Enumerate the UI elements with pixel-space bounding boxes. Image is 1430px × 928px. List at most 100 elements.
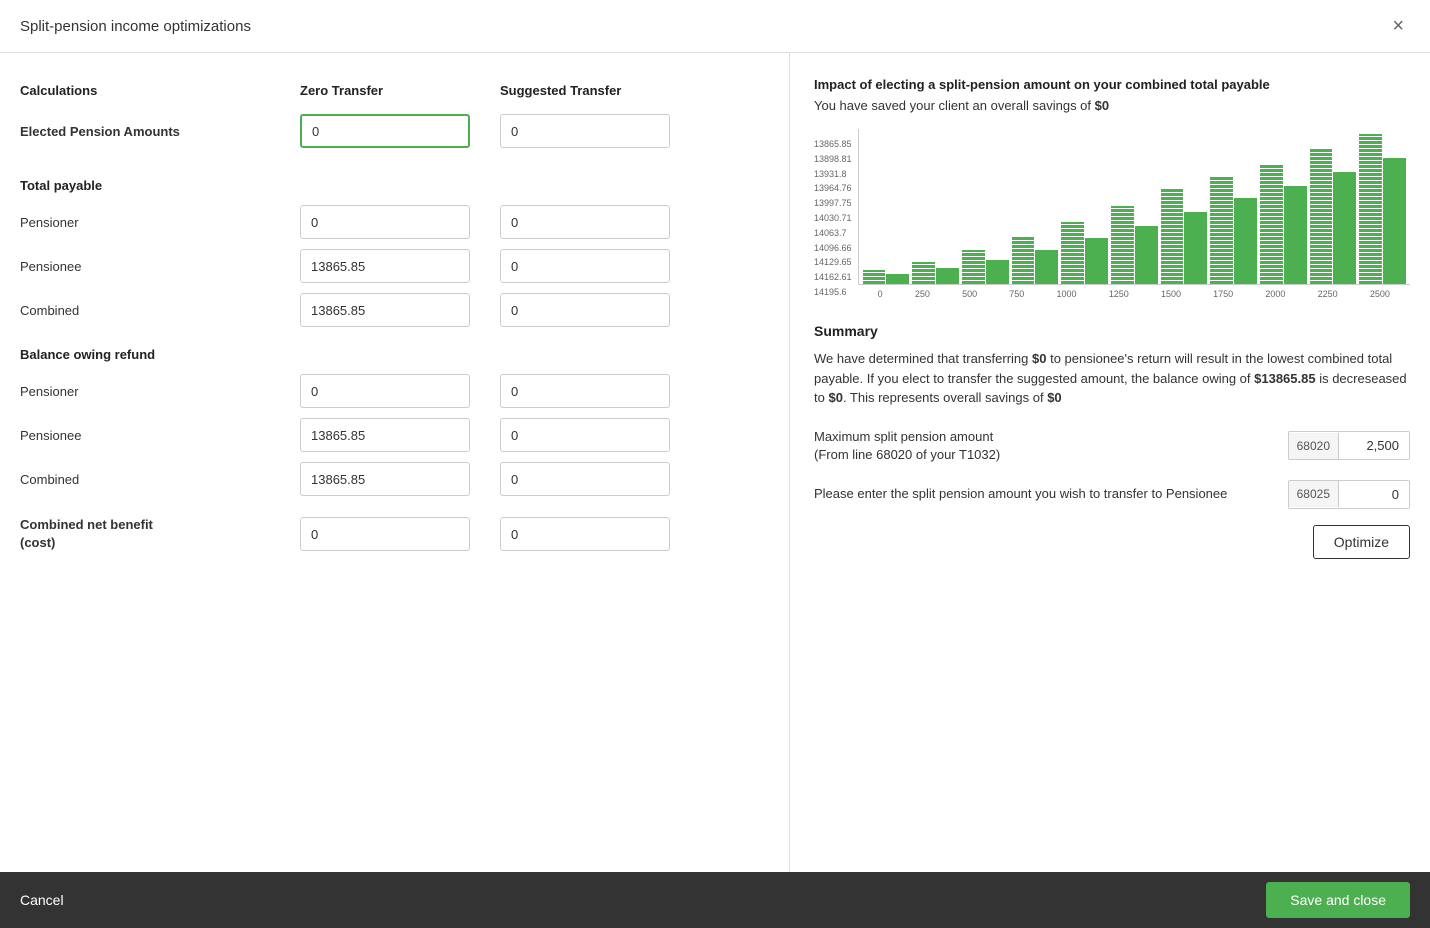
combined-net-label: Combined net benefit(cost) <box>20 516 300 552</box>
combined-net-zero[interactable] <box>300 517 470 551</box>
bar-group-3 <box>1012 236 1059 284</box>
total-pensioner-zero[interactable] <box>300 205 470 239</box>
bar-5b <box>1135 226 1158 284</box>
summary-body: We have determined that transferring $0 … <box>814 349 1410 408</box>
balance-pensioner-suggested[interactable] <box>500 374 670 408</box>
impact-title: Impact of electing a split-pension amoun… <box>814 77 1410 92</box>
bar-0b <box>886 274 909 284</box>
total-payable-title: Total payable <box>20 178 769 193</box>
bar-7a <box>1210 176 1233 284</box>
x-axis-labels: 0 250 500 750 1000 1250 1500 1750 2000 2… <box>858 285 1410 299</box>
suggested-transfer-header: Suggested Transfer <box>500 83 700 98</box>
max-split-row: Maximum split pension amount(From line 6… <box>814 428 1410 464</box>
balance-pensioner-label: Pensioner <box>20 384 300 399</box>
dialog-title: Split-pension income optimizations <box>20 18 251 35</box>
balance-pensionee-row: Pensionee <box>20 418 769 452</box>
total-pensionee-row: Pensionee <box>20 249 769 283</box>
elected-pension-row: Elected Pension Amounts <box>20 114 769 148</box>
bar-2a <box>962 250 985 284</box>
bar-2b <box>986 260 1009 284</box>
enter-split-value-input[interactable] <box>1339 481 1409 508</box>
summary-amount-3: $0 <box>828 390 842 405</box>
total-combined-label: Combined <box>20 303 300 318</box>
balance-combined-zero[interactable] <box>300 462 470 496</box>
bar-8a <box>1260 164 1283 284</box>
balance-pensionee-label: Pensionee <box>20 428 300 443</box>
total-combined-row: Combined <box>20 293 769 327</box>
balance-owing-title: Balance owing refund <box>20 347 769 362</box>
enter-split-row: Please enter the split pension amount yo… <box>814 480 1410 509</box>
dialog-footer: Cancel Save and close <box>0 872 1430 928</box>
cancel-button[interactable]: Cancel <box>20 892 64 908</box>
max-split-prefix: 68020 <box>1289 433 1339 459</box>
bar-group-1 <box>912 262 959 284</box>
total-pensionee-suggested[interactable] <box>500 249 670 283</box>
total-pensionee-zero[interactable] <box>300 249 470 283</box>
bar-0a <box>863 270 886 284</box>
total-payable-group: Total payable Pensioner Pensionee Combin… <box>20 178 769 327</box>
summary-amount-1: $0 <box>1032 351 1046 366</box>
total-pensionee-label: Pensionee <box>20 259 300 274</box>
bar-9a <box>1310 148 1333 284</box>
enter-split-label: Please enter the split pension amount yo… <box>814 485 1278 503</box>
bar-4b <box>1085 238 1108 284</box>
summary-title: Summary <box>814 323 1410 339</box>
total-pensioner-suggested[interactable] <box>500 205 670 239</box>
enter-split-input-group: 68025 <box>1288 480 1410 509</box>
summary-amount-4: $0 <box>1047 390 1061 405</box>
elected-pension-zero-input[interactable] <box>300 114 470 148</box>
combined-net-suggested[interactable] <box>500 517 670 551</box>
bar-3b <box>1035 250 1058 284</box>
bar-7b <box>1234 198 1257 284</box>
chart-bars-area <box>858 129 1410 285</box>
right-panel: Impact of electing a split-pension amoun… <box>790 53 1430 872</box>
total-pensioner-row: Pensioner <box>20 205 769 239</box>
bar-group-2 <box>962 250 1009 284</box>
close-button[interactable]: × <box>1386 14 1410 38</box>
bar-10b <box>1383 158 1406 284</box>
bar-10a <box>1359 134 1382 284</box>
savings-prefix: You have saved your client an overall sa… <box>814 98 1095 113</box>
bars-container <box>859 129 1410 284</box>
calculations-header: Calculations <box>20 83 300 98</box>
bar-group-0 <box>863 270 910 284</box>
savings-amount: $0 <box>1095 98 1109 113</box>
enter-split-prefix: 68025 <box>1289 481 1339 507</box>
savings-text: You have saved your client an overall sa… <box>814 98 1410 113</box>
left-panel: Calculations Zero Transfer Suggested Tra… <box>0 53 790 872</box>
balance-combined-label: Combined <box>20 472 300 487</box>
elected-pension-label: Elected Pension Amounts <box>20 124 300 139</box>
bar-group-9 <box>1310 148 1357 284</box>
balance-pensionee-suggested[interactable] <box>500 418 670 452</box>
save-close-button[interactable]: Save and close <box>1266 882 1410 918</box>
bar-5a <box>1111 206 1134 284</box>
combined-net-row: Combined net benefit(cost) <box>20 516 769 552</box>
chart-plot-area: 0 250 500 750 1000 1250 1500 1750 2000 2… <box>858 129 1410 299</box>
y-axis-labels: 14195.6 14162.61 14129.65 14096.66 14063… <box>814 139 852 299</box>
total-pensioner-label: Pensioner <box>20 215 300 230</box>
summary-amount-2: $13865.85 <box>1254 371 1315 386</box>
balance-combined-suggested[interactable] <box>500 462 670 496</box>
bar-4a <box>1061 222 1084 284</box>
bar-6b <box>1184 212 1207 284</box>
balance-combined-row: Combined <box>20 462 769 496</box>
optimize-button[interactable]: Optimize <box>1313 525 1410 559</box>
bar-group-10 <box>1359 134 1406 284</box>
bar-chart: 14195.6 14162.61 14129.65 14096.66 14063… <box>814 129 1410 299</box>
bar-group-8 <box>1260 164 1307 284</box>
bar-6a <box>1161 189 1184 284</box>
max-split-value-input[interactable] <box>1339 432 1409 459</box>
balance-pensioner-zero[interactable] <box>300 374 470 408</box>
balance-pensioner-row: Pensioner <box>20 374 769 408</box>
dialog-body: Calculations Zero Transfer Suggested Tra… <box>0 53 1430 872</box>
bar-group-5 <box>1111 206 1158 284</box>
total-combined-suggested[interactable] <box>500 293 670 327</box>
total-combined-zero[interactable] <box>300 293 470 327</box>
elected-pension-suggested-input[interactable] <box>500 114 670 148</box>
max-split-input-group: 68020 <box>1288 431 1410 460</box>
bar-group-7 <box>1210 176 1257 284</box>
balance-owing-group: Balance owing refund Pensioner Pensionee… <box>20 347 769 496</box>
zero-transfer-header: Zero Transfer <box>300 83 500 98</box>
bar-1a <box>912 262 935 284</box>
balance-pensionee-zero[interactable] <box>300 418 470 452</box>
